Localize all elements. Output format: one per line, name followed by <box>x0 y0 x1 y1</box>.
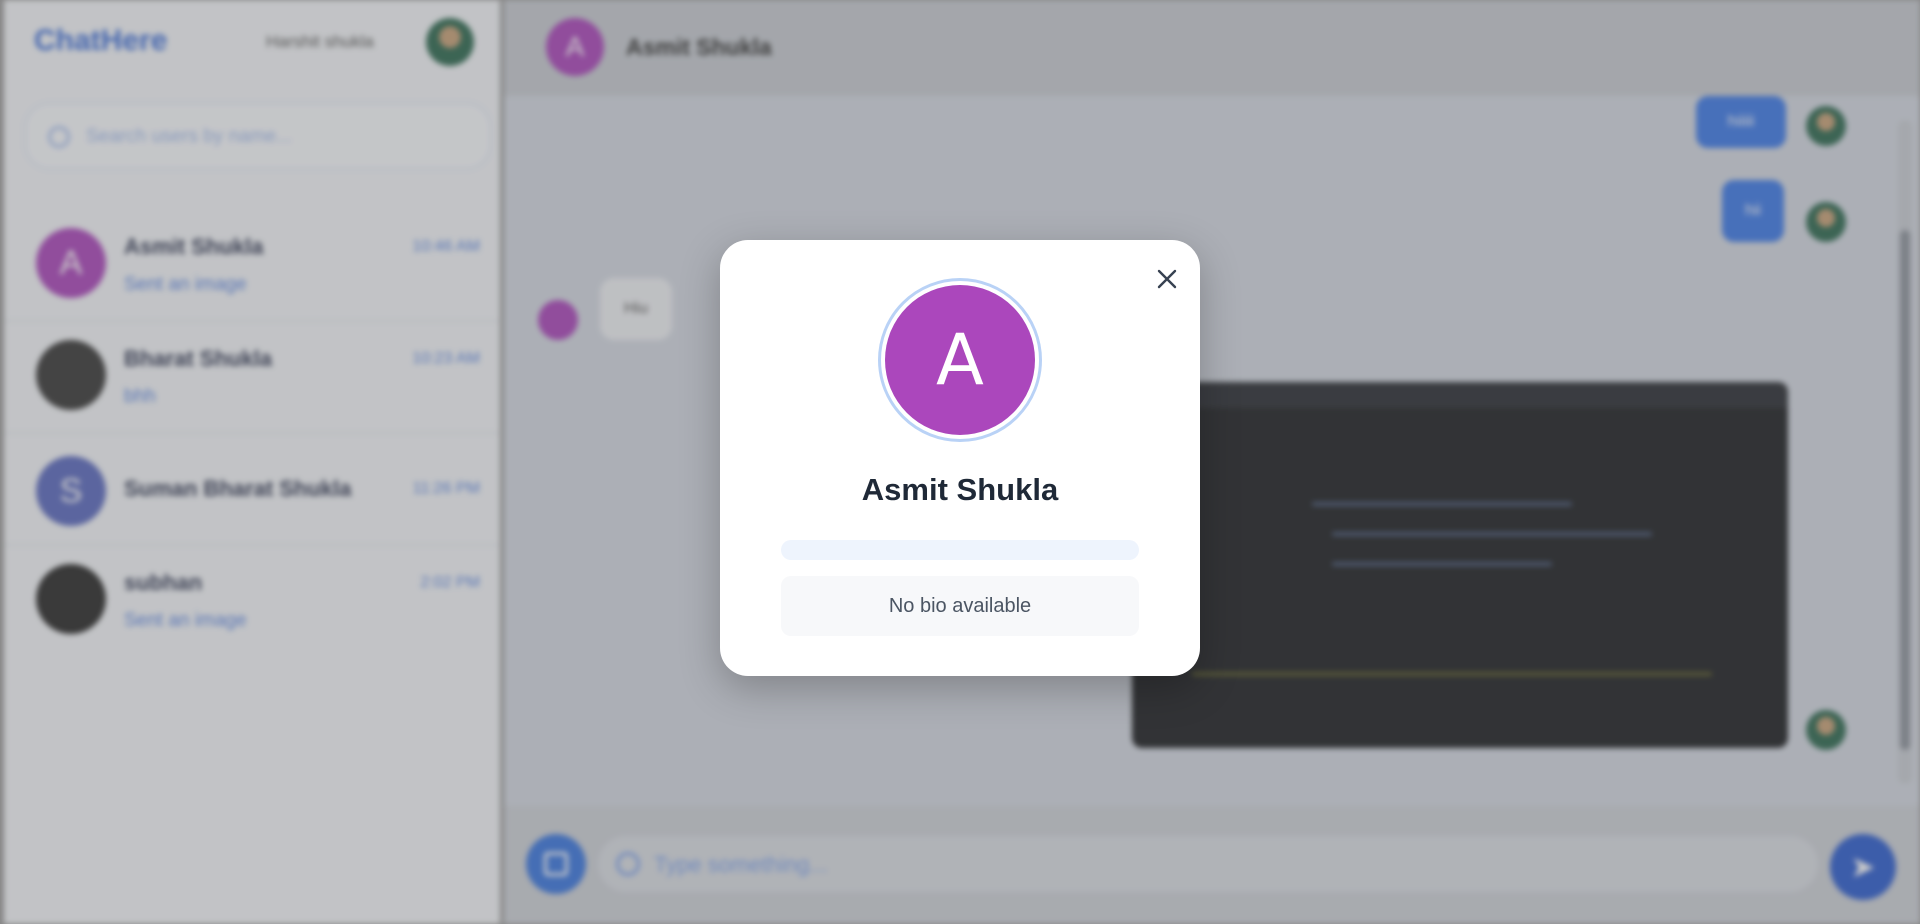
close-icon <box>1157 269 1177 289</box>
profile-avatar: A <box>885 285 1035 435</box>
profile-modal: A Asmit Shukla No bio available <box>720 240 1200 676</box>
profile-status-bar <box>781 540 1139 560</box>
profile-avatar-ring: A <box>878 278 1042 442</box>
profile-name: Asmit Shukla <box>861 472 1059 507</box>
profile-bio: No bio available <box>781 576 1139 636</box>
close-button[interactable] <box>1150 262 1184 296</box>
